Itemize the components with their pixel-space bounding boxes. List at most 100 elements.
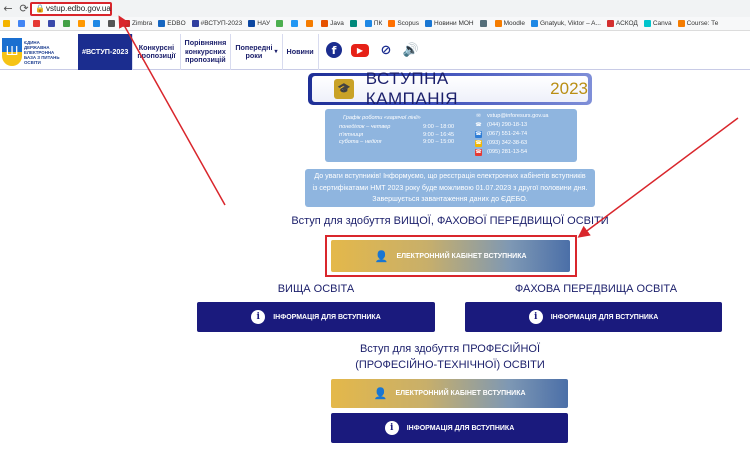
bookmark-item[interactable] — [108, 20, 117, 27]
bookmark-label: Gnatyuk, Viktor – A... — [539, 20, 601, 27]
schedule-hours: 9:00 – 16:45 — [423, 131, 455, 138]
bookmark-item[interactable]: Course: Те — [677, 20, 719, 27]
higher-education-title: Вступ для здобуття ВИЩОЇ, ФАХОВОЇ ПЕРЕДВ… — [291, 215, 609, 227]
contact-text: (093) 342-38-63 — [487, 140, 528, 146]
accessibility-icon[interactable]: ⊘ — [378, 42, 394, 58]
bookmark-item[interactable]: Новини МОН — [425, 20, 474, 27]
contact-item[interactable]: ☎ (067) 551-24-74 — [475, 130, 549, 139]
bookmark-item[interactable] — [33, 20, 42, 27]
nav-item[interactable]: Новини — [283, 34, 319, 70]
electronic-cabinet-button[interactable]: 👤 ЕЛЕКТРОННИЙ КАБІНЕТ ВСТУПНИКА — [331, 240, 570, 272]
bookmark-favicon-icon — [349, 20, 357, 27]
bookmark-favicon-icon — [494, 20, 502, 27]
bookmark-item[interactable] — [479, 20, 489, 27]
bookmark-favicon-icon — [78, 20, 85, 27]
bookmark-item[interactable]: #ВСТУП-2023 — [191, 20, 242, 27]
bookmark-item[interactable] — [18, 20, 27, 27]
bookmark-item[interactable] — [93, 20, 102, 27]
youtube-icon[interactable]: ▶ — [351, 43, 369, 57]
graduate-icon: 🎓 — [334, 79, 354, 99]
bookmark-favicon-icon — [191, 20, 199, 27]
hotline-contacts: ✉ vstup@inforesurs.gov.ua ☎ (044) 290-18-13… — [475, 112, 549, 157]
contact-item[interactable]: ☎ (044) 290-18-13 — [475, 121, 549, 130]
contact-text: vstup@inforesurs.gov.ua — [487, 113, 549, 119]
bookmark-favicon-icon — [388, 20, 396, 27]
bookmark-item[interactable]: НАУ — [248, 20, 270, 27]
nav-item[interactable]: #ВСТУП-2023 — [78, 34, 134, 70]
banner-year: 2023 — [550, 79, 588, 98]
schedule-days: п'ятниця — [339, 131, 364, 138]
schedule-days: понеділок – четвер — [339, 124, 391, 130]
bookmark-item[interactable] — [48, 20, 57, 27]
bookmark-label: Course: Те — [686, 20, 719, 27]
professional-pre-higher-subtitle: ФАХОВА ПЕРЕДВИЩА ОСВІТА — [514, 283, 678, 295]
nav-item[interactable]: Попередні роки ▾ — [231, 34, 283, 70]
banner-title: ВСТУПНА КАМПАНІЯ — [365, 69, 459, 108]
nav-item-label: Конкурсні пропозиції — [137, 42, 176, 60]
bookmark-favicon-icon — [48, 20, 55, 27]
site-header: Ш Єдина державна електронна база з питан… — [0, 34, 750, 70]
bookmark-item[interactable] — [63, 20, 72, 27]
button-label: ІНФОРМАЦІЯ ДЛЯ ВСТУПНИКА — [550, 313, 659, 321]
bookmark-item[interactable]: АСКОД — [606, 20, 638, 27]
edbo-logo[interactable]: Ш Єдина державна електронна база з питан… — [0, 36, 76, 68]
contact-item[interactable]: ☎ (095) 281-13-54 — [475, 148, 549, 157]
contact-item[interactable]: ✉ vstup@inforesurs.gov.ua — [475, 112, 549, 121]
bookmark-item[interactable]: Canva — [643, 20, 672, 27]
bookmark-item[interactable]: Java — [321, 20, 344, 27]
chevron-down-icon: ▾ — [274, 48, 278, 55]
vocational-title-text: Вступ для здобуття ПРОФЕСІЙНОЇ (ПРОФЕСІЙ… — [355, 343, 545, 371]
vocational-info-button[interactable]: i ІНФОРМАЦІЯ ДЛЯ ВСТУПНИКА — [331, 413, 568, 443]
bookmark-favicon-icon — [321, 20, 329, 27]
schedule-row: понеділок – четвер 9:00 – 18:00 — [339, 124, 479, 132]
bookmark-item[interactable]: Zimbra — [123, 20, 152, 27]
graduate-icon: 👤 — [374, 249, 389, 263]
bookmark-item[interactable] — [306, 20, 315, 27]
hotline-schedule: Графік роботи «гарячої лінії» понеділок … — [339, 115, 479, 147]
bookmark-favicon-icon — [18, 20, 25, 27]
nav-item[interactable]: Конкурсні пропозиції — [133, 34, 181, 70]
bookmark-favicon-icon — [530, 20, 538, 27]
vocational-cabinet-button[interactable]: 👤 ЕЛЕКТРОННИЙ КАБІНЕТ ВСТУПНИКА — [331, 379, 568, 408]
bookmark-favicon-icon — [364, 20, 372, 27]
vodafone-icon: ☎ — [475, 149, 482, 156]
contact-text: (095) 281-13-54 — [487, 149, 528, 155]
bookmark-favicon-icon — [33, 20, 40, 27]
contact-item[interactable]: ☎ (093) 342-38-63 — [475, 139, 549, 148]
nav-item[interactable]: Порівняння конкурсних пропозицій — [181, 34, 232, 70]
bookmark-favicon-icon — [158, 20, 166, 27]
bookmark-favicon-icon — [63, 20, 70, 27]
bookmark-item[interactable]: EDBO — [158, 20, 186, 27]
facebook-icon[interactable]: f — [326, 42, 342, 58]
address-bar[interactable]: 🔒 vstup.edbo.gov.ua — [30, 2, 112, 16]
audio-icon[interactable]: 🔊 — [403, 42, 419, 58]
bookmark-label: EDBO — [167, 20, 186, 27]
lifecell-icon: ☎ — [475, 140, 482, 147]
bookmark-label: Moodle — [503, 20, 525, 27]
bookmark-item[interactable] — [291, 20, 300, 27]
higher-ed-info-button[interactable]: i ІНФОРМАЦІЯ ДЛЯ ВСТУПНИКА — [197, 302, 435, 332]
bookmark-item[interactable] — [78, 20, 87, 27]
campaign-banner: 🎓 ВСТУПНА КАМПАНІЯ 2023 — [308, 69, 592, 108]
back-icon[interactable]: ← — [0, 2, 16, 15]
higher-ed-subtitle: ВИЩА ОСВІТА — [277, 283, 355, 295]
pre-higher-info-button[interactable]: i ІНФОРМАЦІЯ ДЛЯ ВСТУПНИКА — [465, 302, 722, 332]
schedule-hours: 9:00 – 15:00 — [423, 139, 455, 145]
bookmark-item[interactable]: Gnatyuk, Viktor – A... — [530, 20, 601, 27]
bookmark-item[interactable]: Scopus — [388, 20, 419, 27]
bookmark-favicon-icon — [248, 20, 256, 27]
bookmark-item[interactable]: ПК — [364, 20, 382, 27]
bookmark-item[interactable]: Moodle — [494, 20, 525, 27]
bookmarks-bar: Zimbra EDBO #ВСТУП-2023 НАУ Java ПК Scopus Нови… — [0, 17, 750, 31]
bookmark-item[interactable] — [276, 20, 285, 27]
bookmark-item[interactable] — [3, 20, 12, 27]
bookmark-favicon-icon — [123, 20, 130, 27]
button-label: ЕЛЕКТРОННИЙ КАБІНЕТ ВСТУПНИКА — [395, 390, 526, 397]
registration-notice: До уваги вступників! Інформуємо, що реєс… — [305, 169, 595, 207]
bookmark-favicon-icon — [276, 20, 284, 27]
nav-item-label: Порівняння конкурсних пропозицій — [184, 38, 227, 65]
phone-icon: ☎ — [475, 122, 482, 128]
kyivstar-icon: ☎ — [475, 131, 482, 138]
bookmark-label: АСКОД — [615, 20, 638, 27]
bookmark-item[interactable] — [349, 20, 359, 27]
